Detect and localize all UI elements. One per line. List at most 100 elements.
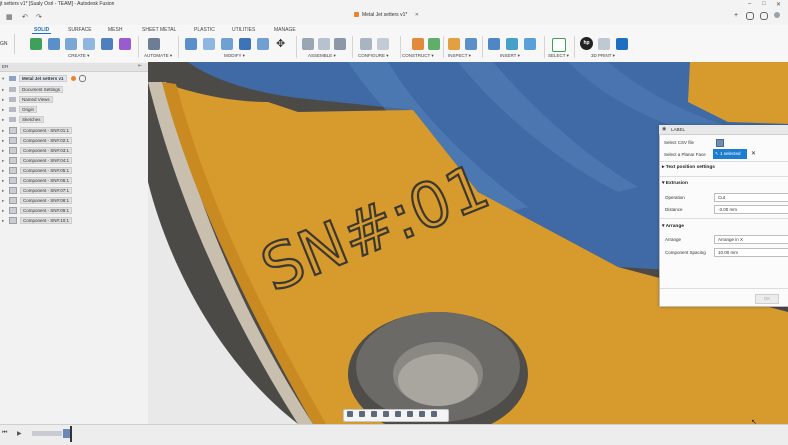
combine-icon[interactable]	[257, 38, 269, 50]
as-built-joint-icon[interactable]	[334, 38, 346, 50]
redo-icon[interactable]: ↷	[36, 13, 42, 21]
form-icon[interactable]	[119, 38, 131, 50]
display-settings-icon[interactable]	[407, 411, 413, 417]
configure-table-icon[interactable]	[360, 38, 372, 50]
label-addin-icon[interactable]	[616, 38, 628, 50]
press-pull-icon[interactable]	[185, 38, 197, 50]
operation-select[interactable]: Cut	[714, 193, 788, 202]
job-status-icon[interactable]	[746, 12, 754, 20]
group-select[interactable]: SELECT ▾	[548, 53, 569, 59]
close-icon[interactable]: ✕	[776, 1, 781, 8]
hp-icon[interactable]: hp	[580, 37, 593, 50]
midplane-icon[interactable]	[428, 38, 440, 50]
browser-item-component[interactable]: ▸ Component - SN#:07:1	[2, 187, 73, 196]
group-insert[interactable]: INSERT ▾	[500, 53, 520, 59]
select-icon[interactable]	[552, 38, 566, 52]
browser-item-component[interactable]: ▸ Component - SN#:09:1	[2, 207, 73, 216]
extrude-icon[interactable]	[48, 38, 60, 50]
browser-item-component[interactable]: ▸ Component - SN#:05:1	[2, 167, 73, 176]
text-position-section[interactable]: ▸ Text position settings	[662, 165, 715, 170]
hole-icon[interactable]	[101, 38, 113, 50]
browser-item-component[interactable]: ▸ Component - SN#:01:1	[2, 127, 73, 136]
timeline-start-icon[interactable]: ⏮	[2, 430, 7, 437]
group-configure[interactable]: CONFIGURE ▾	[358, 53, 389, 59]
browser-item-component[interactable]: ▸ Component - SN#:03:1	[2, 147, 73, 156]
revolve-icon[interactable]	[65, 38, 77, 50]
zoom-icon[interactable]	[383, 411, 389, 417]
grid-menu-icon[interactable]: ▦	[6, 13, 13, 21]
move-icon[interactable]: ✥	[276, 37, 285, 50]
tab-mesh[interactable]: MESH	[108, 27, 122, 33]
avatar[interactable]	[774, 12, 780, 18]
browser-item-sketches[interactable]: ▸ Sketches	[2, 116, 44, 125]
browser-item-component[interactable]: ▸ Component - SN#:06:1	[2, 177, 73, 186]
extrusion-section[interactable]: ▾ Extrusion	[662, 181, 688, 186]
offset-plane-icon[interactable]	[412, 38, 424, 50]
group-assemble[interactable]: ASSEMBLE ▾	[308, 53, 336, 59]
automate-icon[interactable]	[148, 38, 160, 50]
fit-icon[interactable]	[395, 411, 401, 417]
timeline-play-icon[interactable]: ▶	[17, 430, 22, 437]
notification-icon[interactable]	[760, 12, 768, 20]
orbit-icon[interactable]	[347, 411, 353, 417]
group-modify[interactable]: MODIFY ▾	[224, 53, 245, 59]
tab-manage[interactable]: MANAGE	[274, 27, 296, 33]
tab-surface[interactable]: SURFACE	[68, 27, 92, 33]
joint-icon[interactable]	[318, 38, 330, 50]
planar-face-selection[interactable]: ↖ 1 selected	[713, 149, 747, 159]
activate-icon[interactable]	[70, 76, 76, 81]
tab-sheet-metal[interactable]: SHEET METAL	[142, 27, 176, 33]
browser-item-component[interactable]: ▸ Component - SN#:04:1	[2, 157, 73, 166]
browser-item-named-views[interactable]: ▸ Named Views	[2, 96, 53, 105]
grid-settings-icon[interactable]	[419, 411, 425, 417]
visibility-icon[interactable]	[79, 75, 87, 82]
timeline-features[interactable]	[32, 431, 62, 436]
tab-solid[interactable]: SOLID	[31, 27, 52, 34]
timeline-marker[interactable]	[70, 426, 72, 442]
ok-button[interactable]: OK	[755, 294, 779, 304]
fillet-icon[interactable]	[203, 38, 215, 50]
sweep-icon[interactable]	[83, 38, 95, 50]
new-component-icon[interactable]	[302, 38, 314, 50]
arrange-select[interactable]: Arrange in X	[714, 235, 788, 244]
group-inspect[interactable]: INSPECT ▾	[448, 53, 471, 59]
tab-close-icon[interactable]: ✕	[415, 12, 419, 18]
new-tab-icon[interactable]: +	[734, 12, 738, 19]
browser-item-component[interactable]: ▸ Component - SN#:08:1	[2, 197, 73, 206]
collapse-panel-icon[interactable]: ⇤	[138, 63, 142, 69]
dialog-settings-icon[interactable]: ◉	[662, 126, 666, 132]
chamfer-icon[interactable]	[221, 38, 233, 50]
group-construct[interactable]: CONSTRUCT ▾	[402, 53, 434, 59]
minimize-icon[interactable]: –	[748, 1, 751, 7]
insert-derive-icon[interactable]	[488, 38, 500, 50]
insert-image-icon[interactable]	[524, 38, 536, 50]
look-at-icon[interactable]	[359, 411, 365, 417]
print-settings-icon[interactable]	[598, 38, 610, 50]
arrange-section[interactable]: ▾ Arrange	[662, 224, 684, 229]
distance-input[interactable]: -3.00 mm	[714, 205, 788, 214]
browser-root[interactable]: ▾ Metal Jet setters v1	[2, 75, 87, 84]
component-spacing-input[interactable]: 10.00 mm	[714, 248, 788, 257]
maximize-icon[interactable]: □	[762, 1, 766, 7]
group-create[interactable]: CREATE ▾	[68, 53, 89, 59]
viewports-icon[interactable]	[431, 411, 437, 417]
clear-selection-icon[interactable]: ✕	[751, 150, 756, 157]
measure-icon[interactable]	[448, 38, 460, 50]
tab-plastic[interactable]: PLASTIC	[194, 27, 215, 33]
pan-icon[interactable]	[371, 411, 377, 417]
interference-icon[interactable]	[465, 38, 477, 50]
undo-icon[interactable]: ↶	[22, 13, 28, 21]
csv-file-button[interactable]	[716, 139, 724, 147]
browser-item-document-settings[interactable]: ▸ Document Settings	[2, 86, 64, 95]
configure-rule-icon[interactable]	[377, 38, 389, 50]
document-tab[interactable]: Metal Jet setters v1* ✕	[354, 12, 419, 18]
browser-item-component[interactable]: ▸ Component - SN#:10:1	[2, 217, 73, 226]
browser-item-origin[interactable]: ▸ Origin	[2, 106, 38, 115]
browser-item-component[interactable]: ▸ Component - SN#:02:1	[2, 137, 73, 146]
workspace-switcher[interactable]: GN	[0, 34, 15, 54]
shell-icon[interactable]	[239, 38, 251, 50]
group-3d-print[interactable]: 3D PRINT ▾	[591, 53, 615, 59]
tab-utilities[interactable]: UTILITIES	[232, 27, 255, 33]
new-sketch-icon[interactable]	[30, 38, 42, 50]
insert-mesh-icon[interactable]	[506, 38, 518, 50]
